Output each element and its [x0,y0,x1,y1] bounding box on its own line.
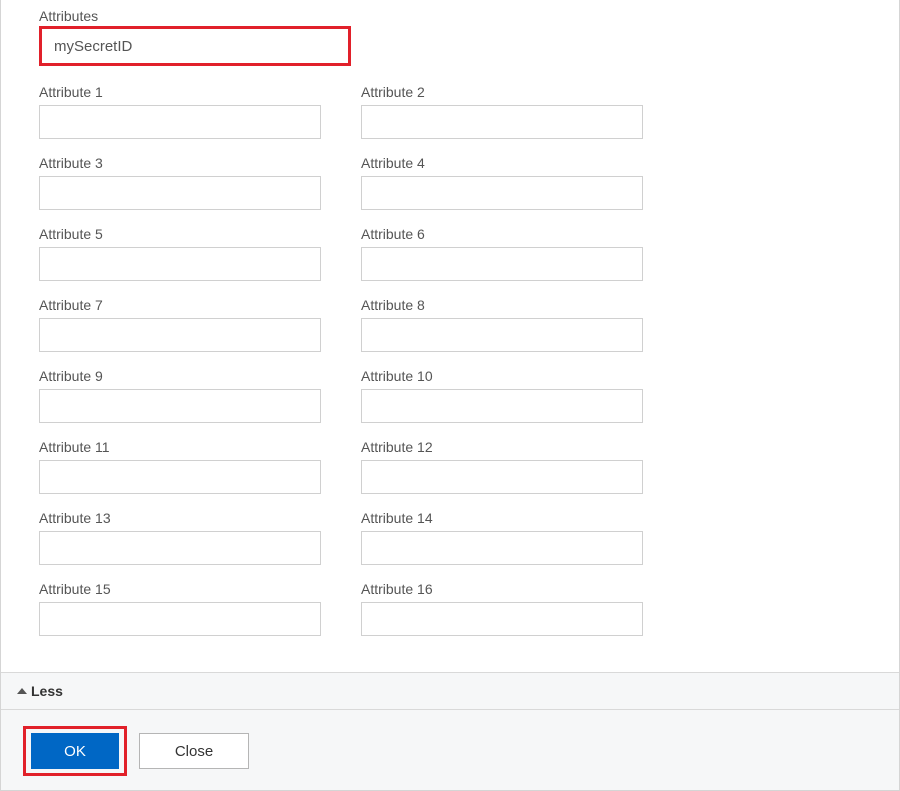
attribute-field: Attribute 11 [39,439,321,494]
attribute-field: Attribute 14 [361,510,643,565]
attribute-label: Attribute 12 [361,439,643,455]
attribute-field: Attribute 6 [361,226,643,281]
attribute-field: Attribute 13 [39,510,321,565]
attribute-field: Attribute 8 [361,297,643,352]
attribute-input[interactable] [361,105,643,139]
collapse-label: Less [31,683,63,699]
attribute-input[interactable] [361,389,643,423]
ok-button-highlight: OK [23,726,127,776]
attribute-input[interactable] [39,389,321,423]
attribute-field: Attribute 15 [39,581,321,636]
attribute-label: Attribute 9 [39,368,321,384]
attribute-input[interactable] [361,531,643,565]
collapse-toggle[interactable]: Less [1,672,899,710]
attribute-field: Attribute 7 [39,297,321,352]
attribute-label: Attribute 11 [39,439,321,455]
attribute-input[interactable] [361,318,643,352]
attribute-field: Attribute 5 [39,226,321,281]
attribute-label: Attribute 13 [39,510,321,526]
attribute-field: Attribute 10 [361,368,643,423]
attribute-input[interactable] [361,247,643,281]
close-button[interactable]: Close [139,733,249,769]
attribute-row: Attribute 5 Attribute 6 [39,226,861,281]
attribute-row: Attribute 7 Attribute 8 [39,297,861,352]
attribute-field: Attribute 2 [361,84,643,139]
attribute-field: Attribute 3 [39,155,321,210]
attribute-row: Attribute 11 Attribute 12 [39,439,861,494]
primary-attribute-highlight [39,26,351,66]
caret-up-icon [17,688,27,694]
attribute-input[interactable] [39,176,321,210]
attribute-row: Attribute 13 Attribute 14 [39,510,861,565]
attribute-input[interactable] [361,602,643,636]
attribute-field: Attribute 9 [39,368,321,423]
section-title: Attributes [39,8,861,24]
attribute-row: Attribute 9 Attribute 10 [39,368,861,423]
ok-button[interactable]: OK [31,733,119,769]
attribute-row: Attribute 15 Attribute 16 [39,581,861,636]
attribute-label: Attribute 2 [361,84,643,100]
attribute-label: Attribute 16 [361,581,643,597]
attribute-input[interactable] [39,318,321,352]
attribute-field: Attribute 16 [361,581,643,636]
button-bar: OK Close [1,710,899,790]
attribute-field: Attribute 12 [361,439,643,494]
attribute-input[interactable] [39,602,321,636]
attribute-grid: Attribute 1Attribute 2Attribute 3Attribu… [39,84,861,636]
attribute-row: Attribute 1 Attribute 2 [39,84,861,139]
attribute-input[interactable] [39,105,321,139]
attribute-input[interactable] [39,247,321,281]
attribute-input[interactable] [39,460,321,494]
attribute-label: Attribute 7 [39,297,321,313]
attribute-label: Attribute 15 [39,581,321,597]
attribute-row: Attribute 3 Attribute 4 [39,155,861,210]
attribute-input[interactable] [361,176,643,210]
attribute-label: Attribute 1 [39,84,321,100]
attribute-label: Attribute 4 [361,155,643,171]
attributes-body: Attributes Attribute 1Attribute 2Attribu… [1,0,899,672]
attributes-panel: Attributes Attribute 1Attribute 2Attribu… [0,0,900,791]
attribute-label: Attribute 8 [361,297,643,313]
attribute-input[interactable] [39,531,321,565]
attribute-label: Attribute 5 [39,226,321,242]
attribute-field: Attribute 4 [361,155,643,210]
primary-attribute-input[interactable] [42,29,348,63]
attribute-label: Attribute 6 [361,226,643,242]
attribute-label: Attribute 10 [361,368,643,384]
attribute-label: Attribute 3 [39,155,321,171]
attribute-field: Attribute 1 [39,84,321,139]
attribute-input[interactable] [361,460,643,494]
attribute-label: Attribute 14 [361,510,643,526]
